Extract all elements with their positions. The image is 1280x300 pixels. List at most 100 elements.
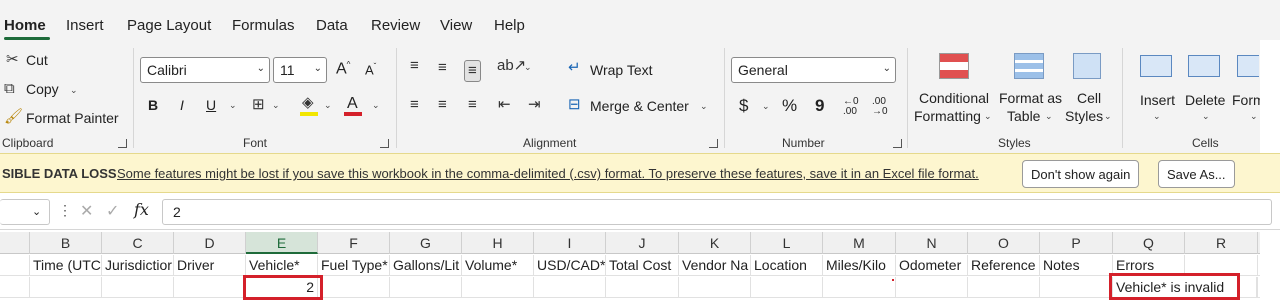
- align-right-icon[interactable]: ≡: [468, 97, 477, 113]
- fill-color-icon[interactable]: ◈: [302, 95, 314, 111]
- tab-page-layout[interactable]: Page Layout: [127, 17, 211, 34]
- font-name-select[interactable]: Calibri ⌄: [140, 57, 270, 83]
- header-cell-i[interactable]: USD/CAD*: [534, 255, 606, 276]
- chevron-down-icon[interactable]: ⌄: [70, 85, 78, 96]
- dont-show-again-button[interactable]: Don't show again: [1022, 160, 1140, 188]
- borders-icon[interactable]: ⊞: [252, 97, 265, 113]
- header-cell-l[interactable]: Location: [751, 255, 823, 276]
- bold-button[interactable]: B: [148, 97, 158, 113]
- select-all-corner[interactable]: [0, 232, 30, 254]
- header-cell-j[interactable]: Total Cost: [606, 255, 679, 276]
- alignment-launcher-icon[interactable]: [709, 139, 718, 148]
- font-size-select[interactable]: 11 ⌄: [273, 57, 327, 83]
- align-bottom-icon[interactable]: ≡: [464, 60, 481, 82]
- chevron-down-icon[interactable]: ⌄: [1045, 111, 1053, 122]
- chevron-down-icon[interactable]: ⌄: [229, 100, 237, 111]
- formula-input[interactable]: 2: [162, 199, 1272, 225]
- column-header-r[interactable]: R: [1185, 232, 1258, 254]
- data-cell-q[interactable]: Vehicle* is invalid: [1113, 277, 1257, 298]
- merge-center-button[interactable]: Merge & Center: [590, 98, 689, 114]
- chevron-down-icon[interactable]: ⌄: [762, 101, 770, 112]
- header-cell-d[interactable]: Driver: [174, 255, 246, 276]
- data-cell-o[interactable]: [968, 277, 1040, 298]
- copy-button[interactable]: Copy: [26, 81, 59, 97]
- data-cell-j[interactable]: [606, 277, 679, 298]
- comma-style-button[interactable]: 9: [815, 96, 824, 116]
- chevron-down-icon[interactable]: ⌄: [1250, 111, 1258, 122]
- data-cell-p[interactable]: [1040, 277, 1113, 298]
- clipboard-launcher-icon[interactable]: [118, 139, 127, 148]
- tab-view[interactable]: View: [440, 17, 472, 34]
- decrease-decimal-button[interactable]: .00 →0: [872, 97, 896, 117]
- align-left-icon[interactable]: ≡: [410, 97, 419, 113]
- column-header-g[interactable]: G: [390, 232, 462, 254]
- cancel-icon[interactable]: ✕: [80, 201, 93, 221]
- chevron-down-icon[interactable]: ⌄: [372, 100, 380, 111]
- format-as-table-label-1[interactable]: Format as: [999, 90, 1062, 106]
- data-cell-i[interactable]: [534, 277, 606, 298]
- increase-indent-icon[interactable]: ⇥: [528, 97, 541, 113]
- header-cell-m[interactable]: Miles/Kilo: [823, 255, 896, 276]
- chevron-down-icon[interactable]: ⌄: [272, 100, 280, 111]
- row-number[interactable]: [0, 277, 30, 298]
- header-cell-h[interactable]: Volume*: [462, 255, 534, 276]
- insert-function-button[interactable]: fx: [134, 200, 149, 219]
- row-number[interactable]: [0, 255, 30, 276]
- data-cell-f[interactable]: [318, 277, 390, 298]
- column-header-i[interactable]: I: [534, 232, 606, 254]
- chevron-down-icon[interactable]: ⌄: [524, 62, 532, 73]
- header-cell-n[interactable]: Odometer: [896, 255, 968, 276]
- chevron-down-icon[interactable]: ⌄: [1153, 111, 1161, 122]
- data-cell-g[interactable]: [390, 277, 462, 298]
- name-box[interactable]: ⌄: [0, 199, 50, 225]
- save-as-button[interactable]: Save As...: [1158, 160, 1235, 188]
- column-header-d[interactable]: D: [174, 232, 246, 254]
- header-cell-f[interactable]: Fuel Type*: [318, 255, 390, 276]
- more-options-icon[interactable]: ⋮: [58, 202, 72, 219]
- tab-data[interactable]: Data: [316, 17, 348, 34]
- orientation-icon[interactable]: ab↗: [497, 58, 526, 74]
- chevron-down-icon[interactable]: ⌄: [700, 101, 708, 112]
- column-header-p[interactable]: P: [1040, 232, 1113, 254]
- chevron-down-icon[interactable]: ⌄: [984, 111, 992, 122]
- format-painter-button[interactable]: Format Painter: [26, 110, 119, 126]
- underline-button[interactable]: U: [206, 97, 216, 113]
- enter-icon[interactable]: ✓: [106, 201, 119, 221]
- column-header-h[interactable]: H: [462, 232, 534, 254]
- header-cell-p[interactable]: Notes: [1040, 255, 1113, 276]
- column-header-j[interactable]: J: [606, 232, 679, 254]
- cell-styles-label-1[interactable]: Cell: [1077, 90, 1101, 106]
- column-header-f[interactable]: F: [318, 232, 390, 254]
- cut-button[interactable]: Cut: [26, 52, 48, 68]
- format-as-table-label-2[interactable]: Table: [1007, 108, 1040, 124]
- cell-styles-label-2[interactable]: Styles: [1065, 108, 1103, 124]
- tab-help[interactable]: Help: [494, 17, 525, 34]
- chevron-down-icon[interactable]: ⌄: [1104, 111, 1112, 122]
- column-header-n[interactable]: N: [896, 232, 968, 254]
- header-cell-k[interactable]: Vendor Na: [679, 255, 751, 276]
- data-cell-d[interactable]: [174, 277, 246, 298]
- data-cell-n[interactable]: [896, 277, 968, 298]
- data-cell-h[interactable]: [462, 277, 534, 298]
- chevron-down-icon[interactable]: ⌄: [324, 100, 332, 111]
- wrap-text-button[interactable]: Wrap Text: [590, 62, 653, 78]
- data-cell-l[interactable]: [751, 277, 823, 298]
- chevron-down-icon[interactable]: ⌄: [1202, 111, 1210, 122]
- conditional-formatting-label-1[interactable]: Conditional: [918, 90, 990, 106]
- header-cell-o[interactable]: Reference: [968, 255, 1040, 276]
- data-cell-c[interactable]: [102, 277, 174, 298]
- align-top-icon[interactable]: ≡: [410, 58, 419, 74]
- font-launcher-icon[interactable]: [380, 139, 389, 148]
- tab-review[interactable]: Review: [371, 17, 420, 34]
- grow-font-button[interactable]: A^: [336, 60, 350, 78]
- warning-message[interactable]: Some features might be lost if you save …: [117, 166, 979, 181]
- shrink-font-button[interactable]: Aˇ: [365, 62, 376, 77]
- data-cell-k[interactable]: [679, 277, 751, 298]
- data-cell-m[interactable]: [823, 277, 896, 298]
- data-cell-b[interactable]: [30, 277, 102, 298]
- number-launcher-icon[interactable]: [893, 139, 902, 148]
- align-middle-icon[interactable]: ≡: [438, 60, 447, 76]
- tab-insert[interactable]: Insert: [66, 17, 104, 34]
- number-format-select[interactable]: General ⌄: [731, 57, 896, 83]
- header-cell-b[interactable]: Time (UTC: [30, 255, 102, 276]
